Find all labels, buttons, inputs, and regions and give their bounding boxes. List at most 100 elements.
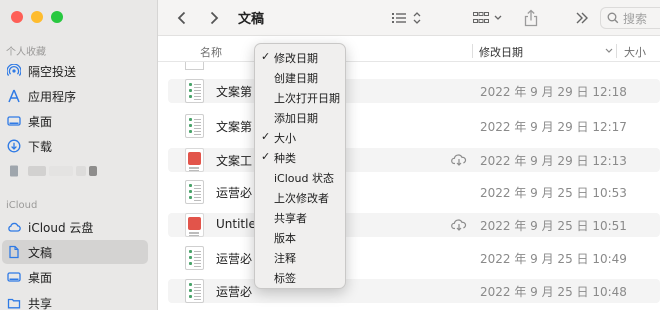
file-modified-date: 2022 年 9 月 25 日 10:48 — [480, 285, 627, 299]
file-modified-date: 2022 年 9 月 29 日 12:17 — [480, 120, 627, 134]
share-icon — [524, 9, 538, 27]
share-button[interactable] — [522, 8, 540, 28]
menu-item-column-option[interactable]: 上次修改者 — [255, 188, 345, 208]
more-toolbar-button[interactable] — [574, 8, 590, 28]
icon-line — [194, 134, 201, 135]
menu-item-column-option[interactable]: ✓ 修改日期 — [255, 48, 345, 68]
file-row[interactable]: Untitle 2022 年 9 月 25 日 10:51 — [168, 213, 660, 237]
window-title: 文稿 — [238, 12, 265, 27]
spreadsheet-file-icon — [185, 114, 204, 138]
column-name-header[interactable]: 名称 — [200, 44, 222, 60]
icon-line — [194, 188, 201, 189]
icon-dot — [189, 130, 192, 133]
icon-line — [194, 84, 201, 85]
desktop-icon — [7, 114, 21, 128]
column-divider[interactable] — [616, 44, 617, 58]
icon-line — [194, 284, 201, 285]
icon-line — [194, 260, 201, 261]
icloud-download-icon[interactable] — [451, 218, 467, 234]
file-row[interactable]: 文案第 2022 年 9 月 29 日 12:18 — [168, 79, 660, 103]
redacted-block — [49, 166, 73, 176]
sidebar-item-airdrop[interactable]: 隔空投送 — [2, 59, 148, 83]
file-row[interactable]: 运营必 2022 年 9 月 25 日 10:48 — [168, 279, 660, 303]
icloud-download-icon[interactable] — [451, 153, 467, 169]
menu-item-column-option[interactable]: 上次打开日期 — [255, 88, 345, 108]
menu-item-column-option[interactable]: 标签 — [255, 268, 345, 288]
menu-item-label: 种类 — [274, 152, 296, 165]
sidebar-section-favorites: 个人收藏 — [6, 47, 46, 58]
menu-item-column-option[interactable]: 添加日期 — [255, 108, 345, 128]
icon-line — [194, 266, 201, 267]
file-name: 运营必 — [216, 186, 253, 200]
icon-line — [194, 191, 201, 192]
menu-item-label: 修改日期 — [274, 52, 318, 65]
menu-item-label: 共享者 — [274, 212, 307, 225]
menu-item-column-option[interactable]: 注释 — [255, 248, 345, 268]
minimize-window-button[interactable] — [31, 11, 43, 23]
icon-line — [194, 287, 201, 288]
icon-line — [189, 232, 199, 234]
sidebar-item-documents[interactable]: 文稿 — [2, 240, 148, 264]
airdrop-icon — [7, 64, 21, 78]
sidebar-item-icloud-drive[interactable]: iCloud 云盘 — [2, 215, 148, 239]
column-divider[interactable] — [472, 44, 473, 58]
chevron-right-icon — [210, 11, 219, 25]
file-row[interactable]: 运营必 2022 年 9 月 25 日 10:53 — [168, 180, 660, 204]
view-options-button[interactable] — [390, 8, 424, 28]
menu-item-column-option[interactable]: 创建日期 — [255, 68, 345, 88]
sidebar-item-icloud-desktop[interactable]: 桌面 — [2, 265, 148, 289]
icon-line — [194, 257, 201, 258]
file-row[interactable]: 文案工 2022 年 9 月 29 日 12:13 — [168, 148, 660, 172]
back-button[interactable] — [174, 8, 190, 28]
close-window-button[interactable] — [11, 11, 23, 23]
icon-dot — [189, 95, 192, 98]
file-row[interactable]: 运营必 2022 年 9 月 25 日 10:49 — [168, 246, 660, 270]
menu-item-column-option[interactable]: ✓ 大小 — [255, 128, 345, 148]
icon-dot — [189, 295, 192, 298]
fullscreen-window-button[interactable] — [51, 11, 63, 23]
icon-line — [194, 299, 201, 300]
file-modified-date: 2022 年 9 月 29 日 12:13 — [480, 154, 627, 168]
sidebar-item-label: 文稿 — [28, 245, 53, 260]
column-visibility-menu: ✓ 修改日期 创建日期 上次打开日期 添加日期 ✓ 大小 ✓ 种类 iCloud 状态 上次修改者共… — [254, 43, 346, 289]
icon-line — [194, 194, 201, 195]
spreadsheet-file-icon — [185, 180, 204, 204]
icon-line — [194, 131, 201, 132]
sidebar-item-applications[interactable]: 应用程序 — [2, 84, 148, 108]
file-modified-date: 2022 年 9 月 25 日 10:53 — [480, 186, 627, 200]
file-name: Untitle — [216, 217, 256, 231]
icon-dot — [189, 289, 192, 292]
partial-row — [185, 62, 204, 70]
column-size-header[interactable]: 大小 — [624, 44, 646, 60]
spreadsheet-file-icon — [185, 79, 204, 103]
icon-line — [194, 99, 201, 100]
sidebar-item-redacted[interactable] — [2, 159, 148, 183]
menu-item-column-option[interactable]: 共享者 — [255, 208, 345, 228]
column-date-header[interactable]: 修改日期 — [479, 44, 523, 60]
sort-chevron-icon — [605, 48, 613, 53]
file-modified-date: 2022 年 9 月 25 日 10:51 — [480, 219, 627, 233]
icon-dot — [189, 196, 192, 199]
search-placeholder: 搜索 — [623, 11, 648, 26]
file-name: 文案工 — [216, 154, 253, 168]
document-icon — [7, 164, 21, 178]
search-field[interactable]: 搜索 — [600, 7, 660, 29]
menu-item-column-option[interactable]: iCloud 状态 — [255, 168, 345, 188]
icon-line — [194, 185, 201, 186]
redacted-block — [76, 166, 86, 176]
menu-item-column-option[interactable]: ✓ 种类 — [255, 148, 345, 168]
sidebar-item-downloads[interactable]: 下载 — [2, 134, 148, 158]
menu-item-label: 标签 — [274, 272, 296, 285]
group-by-button[interactable] — [472, 8, 506, 28]
sidebar-item-shared[interactable]: 共享 — [2, 291, 148, 310]
icloud-drive-icon — [7, 220, 21, 234]
forward-button[interactable] — [206, 8, 222, 28]
checkmark-icon: ✓ — [261, 130, 271, 143]
search-icon — [607, 12, 619, 24]
icon-dot — [189, 124, 192, 127]
menu-item-column-option[interactable]: 版本 — [255, 228, 345, 248]
icon-dot — [189, 89, 192, 92]
file-row[interactable]: 文案第 2022 年 9 月 29 日 12:17 — [168, 114, 660, 138]
file-name: 文案第 — [216, 120, 253, 134]
sidebar-item-desktop[interactable]: 桌面 — [2, 109, 148, 133]
